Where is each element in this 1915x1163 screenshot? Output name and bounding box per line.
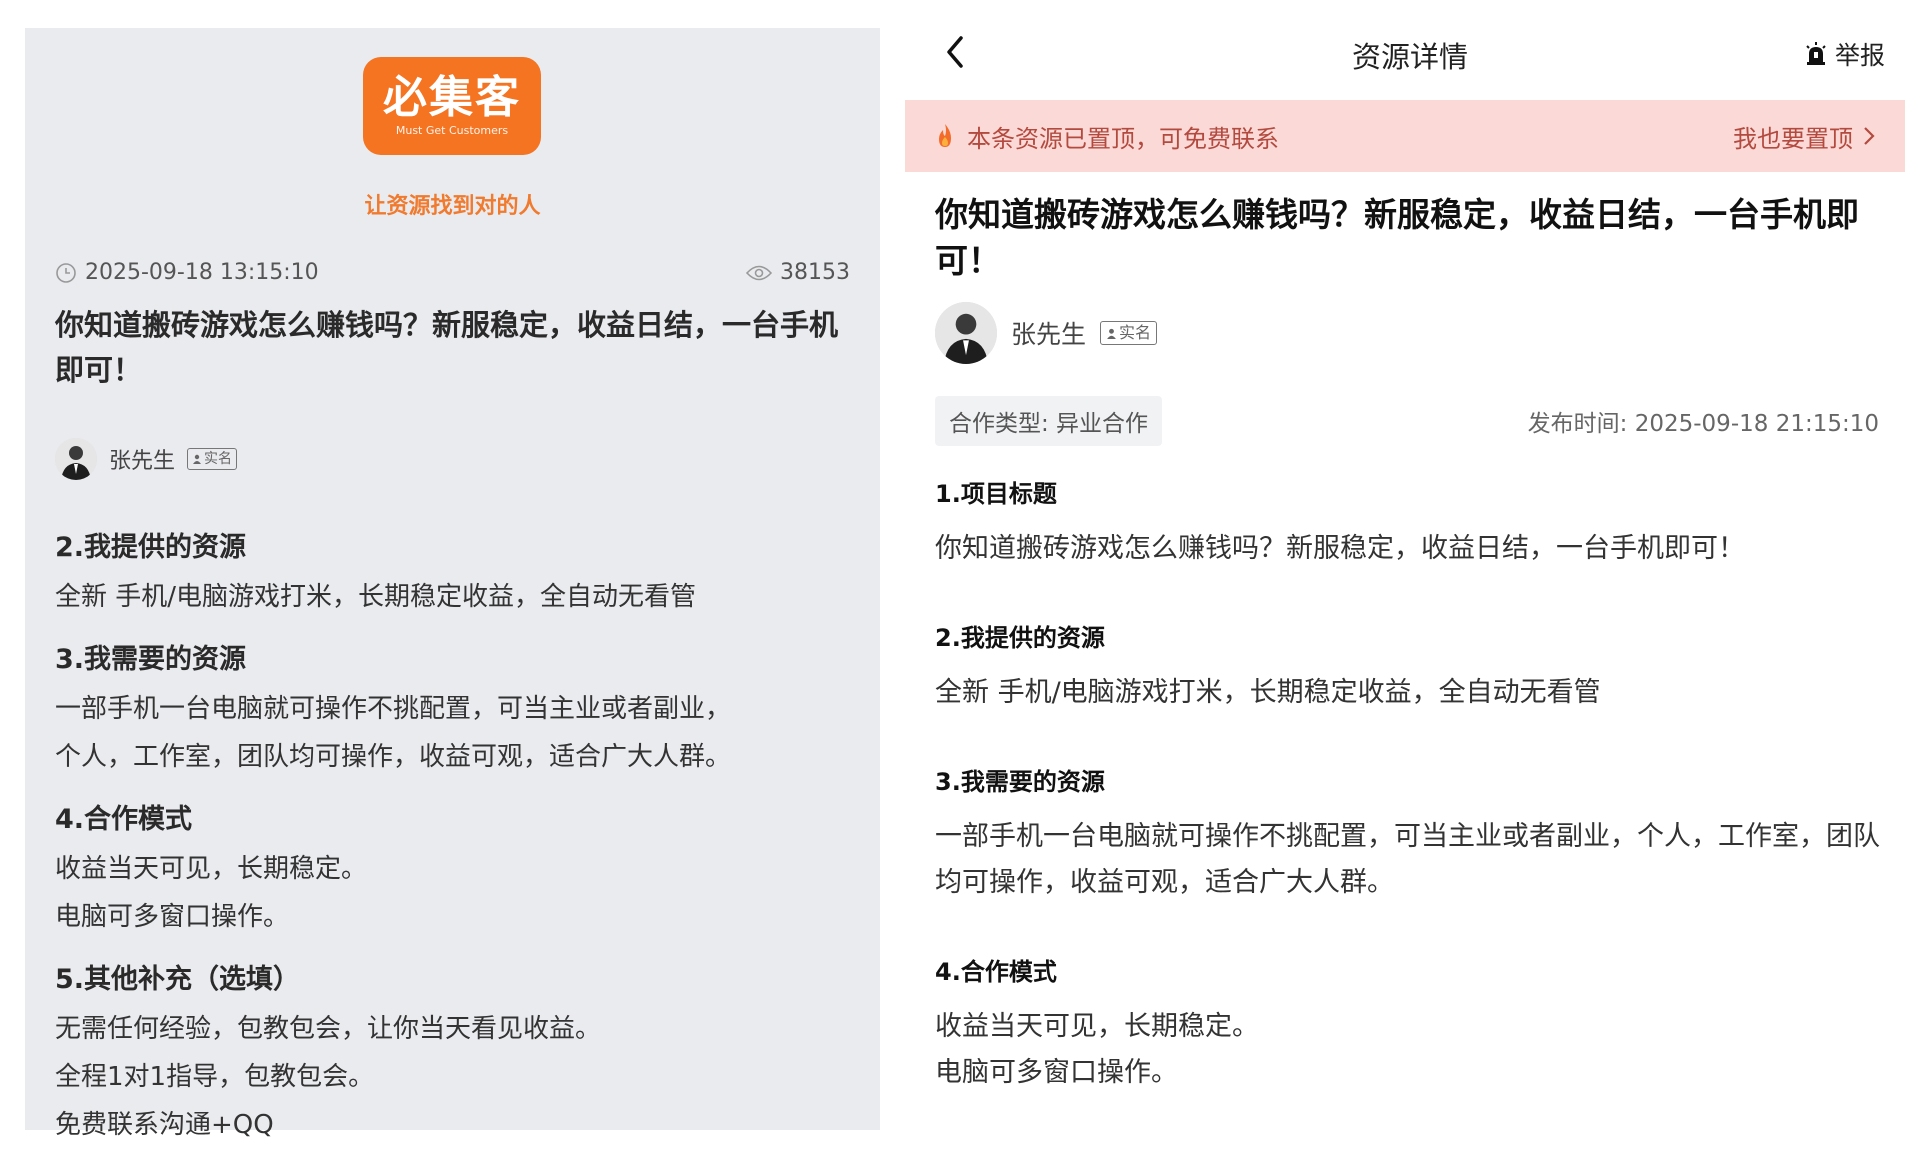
slogan: 让资源找到对的人 xyxy=(364,194,541,219)
pin-mine-button[interactable]: 我也要置顶 xyxy=(1733,119,1875,154)
section-need: 3.我需要的资源 一部手机一台电脑就可操作不挑配置，可当主业或者副业，个人，工作… xyxy=(935,758,1885,906)
resource-title: 你知道搬砖游戏怎么赚钱吗？新服稳定，收益日结，一台手机即可！ xyxy=(55,308,839,387)
eye-icon xyxy=(746,265,772,280)
section-line: 个人，工作室，团队均可操作，收益可观，适合广大人群。 xyxy=(55,742,732,772)
pinned-notice-text: 本条资源已置顶，可免费联系 xyxy=(967,124,1279,153)
report-button[interactable]: 举报 xyxy=(1805,36,1885,72)
section-heading: 2.我提供的资源 xyxy=(935,624,1105,652)
section-other: 5.其他补充（选填） 无需任何经验，包教包会，让你当天看见收益。 全程1对1指导… xyxy=(55,955,850,1149)
author-row[interactable]: 张先生 实名 xyxy=(935,302,1158,364)
section-line: 全程1对1指导，包教包会。 xyxy=(55,1062,375,1092)
avatar[interactable] xyxy=(55,438,97,480)
logo-name: 必集客 xyxy=(383,72,521,124)
timestamp: 2025-09-18 13:15:10 xyxy=(85,260,319,285)
left-sections: 2.我提供的资源 全新 手机/电脑游戏打米，长期稳定收益，全自动无看管 3.我需… xyxy=(55,523,850,1163)
views-group: 38153 xyxy=(746,260,850,285)
resource-detail-panel: 资源详情 举报 本条资源已置顶，可免费联系 我也要置顶 你知道搬砖游戏怎么赚钱吗… xyxy=(905,0,1915,1142)
view-count: 38153 xyxy=(780,260,850,285)
flame-icon xyxy=(939,124,951,147)
left-resource-card: 必集客 Must Get Customers 让资源找到对的人 2025-09-… xyxy=(25,28,880,1140)
info-row: 合作类型: 异业合作 发布时间: 2025-09-18 21:15:10 xyxy=(935,396,1879,446)
nav-bar: 资源详情 举报 xyxy=(905,20,1915,84)
chevron-right-icon xyxy=(1864,127,1875,145)
person-badge-icon xyxy=(193,454,202,464)
person-badge-icon xyxy=(1107,328,1116,339)
author-name[interactable]: 张先生 xyxy=(109,443,175,475)
section-line: 收益当天可见，长期稳定。 xyxy=(55,854,368,884)
section-mode: 4.合作模式 收益当天可见，长期稳定。 电脑可多窗口操作。 xyxy=(55,795,850,941)
verified-badge: 实名 xyxy=(187,448,238,470)
logo-subtitle: Must Get Customers xyxy=(395,123,509,137)
section-line: 无需任何经验，包教包会，让你当天看见收益。 xyxy=(55,1014,602,1044)
pinned-notice: 本条资源已置顶，可免费联系 xyxy=(935,119,1279,154)
verified-badge: 实名 xyxy=(1100,321,1158,345)
author-name[interactable]: 张先生 xyxy=(1011,315,1086,351)
section-line: 全新 手机/电脑游戏打米，长期稳定收益，全自动无看管 xyxy=(55,582,697,612)
section-body: 一部手机一台电脑就可操作不挑配置，可当主业或者副业，个人，工作室，团队均可操作，… xyxy=(935,821,1880,898)
section-body: 全新 手机/电脑游戏打米，长期稳定收益，全自动无看管 xyxy=(935,677,1601,708)
page-title: 资源详情 xyxy=(1351,40,1468,74)
clock-icon xyxy=(56,262,76,283)
section-line: 一部手机一台电脑就可操作不挑配置，可当主业或者副业， xyxy=(55,694,732,724)
brand-logo: 必集客 Must Get Customers xyxy=(363,57,541,155)
section-offer: 2.我提供的资源 全新 手机/电脑游戏打米，长期稳定收益，全自动无看管 xyxy=(935,614,1885,716)
section-heading: 5.其他补充（选填） xyxy=(55,964,301,995)
section-heading: 4.合作模式 xyxy=(55,804,193,835)
meta-row: 2025-09-18 13:15:10 38153 xyxy=(55,260,850,285)
section-line: 电脑可多窗口操作。 xyxy=(55,902,290,932)
avatar-person-icon xyxy=(935,302,997,364)
section-heading: 3.我需要的资源 xyxy=(55,644,247,675)
section-title: 1.项目标题 你知道搬砖游戏怎么赚钱吗？新服稳定，收益日结，一台手机即可！ xyxy=(935,470,1885,572)
section-body: 你知道搬砖游戏怎么赚钱吗？新服稳定，收益日结，一台手机即可！ xyxy=(935,533,1745,564)
section-heading: 1.项目标题 xyxy=(935,480,1057,508)
coop-type-tag: 合作类型: 异业合作 xyxy=(935,396,1163,446)
avatar[interactable] xyxy=(935,302,997,364)
alarm-report-icon xyxy=(1806,42,1826,65)
publish-time: 发布时间: 2025-09-18 21:15:10 xyxy=(1527,411,1879,437)
section-mode: 4.合作模式 收益当天可见，长期稳定。 电脑可多窗口操作。 xyxy=(935,948,1885,1096)
verified-badge-label: 实名 xyxy=(204,451,233,467)
section-heading: 4.合作模式 xyxy=(935,958,1057,986)
section-need: 3.我需要的资源 一部手机一台电脑就可操作不挑配置，可当主业或者副业， 个人，工… xyxy=(55,635,850,781)
verified-badge-label: 实名 xyxy=(1119,323,1152,342)
section-heading: 3.我需要的资源 xyxy=(935,768,1105,796)
timestamp-group: 2025-09-18 13:15:10 xyxy=(55,260,319,285)
pinned-banner: 本条资源已置顶，可免费联系 我也要置顶 xyxy=(905,100,1905,172)
section-heading: 2.我提供的资源 xyxy=(55,532,247,563)
report-label[interactable]: 举报 xyxy=(1835,36,1885,72)
detail-sections: 1.项目标题 你知道搬砖游戏怎么赚钱吗？新服稳定，收益日结，一台手机即可！ 2.… xyxy=(935,470,1885,1138)
author-row[interactable]: 张先生 实名 xyxy=(55,438,238,480)
section-body: 收益当天可见，长期稳定。 电脑可多窗口操作。 xyxy=(935,1011,1259,1088)
resource-title: 你知道搬砖游戏怎么赚钱吗？新服稳定，收益日结，一台手机即可！ xyxy=(935,195,1859,280)
pin-mine-label[interactable]: 我也要置顶 xyxy=(1733,119,1853,154)
section-offer: 2.我提供的资源 全新 手机/电脑游戏打米，长期稳定收益，全自动无看管 xyxy=(55,523,850,621)
avatar-person-icon xyxy=(55,438,97,480)
